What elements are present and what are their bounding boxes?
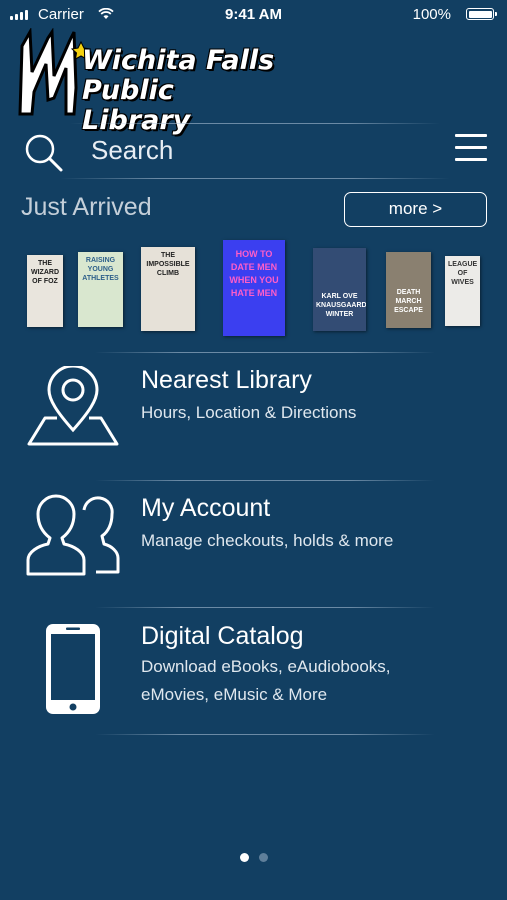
book-cover[interactable]: THE IMPOSSIBLE CLIMB (141, 247, 195, 331)
page-dot-active[interactable] (240, 853, 249, 862)
book-title: HOW TO DATE MEN WHEN YOU HATE MEN (229, 249, 279, 298)
divider (95, 352, 435, 353)
page-dot[interactable] (259, 853, 268, 862)
hamburger-menu-icon[interactable] (455, 134, 487, 170)
menu-item-subtitle: Hours, Location & Directions (141, 403, 357, 422)
status-bar: Carrier 9:41 AM 100% (0, 0, 507, 30)
logo-line-2: Public Library (82, 75, 191, 136)
phone-icon (46, 624, 100, 714)
menu-item-title: Digital Catalog (141, 622, 304, 650)
search-field[interactable]: Search (91, 135, 173, 166)
book-cover[interactable]: HOW TO DATE MEN WHEN YOU HATE MEN (223, 240, 285, 336)
book-cover[interactable]: LEAGUE OF WIVES (445, 256, 480, 326)
divider (95, 734, 435, 735)
menu-item-subtitle: Download eBooks, eAudiobooks, (141, 657, 391, 676)
book-cover[interactable]: THE WIZARD OF FOZ (27, 255, 63, 327)
divider (70, 123, 440, 124)
menu-item-digital-catalog[interactable]: Digital Catalog Download eBooks, eAudiob… (0, 612, 507, 728)
menu-item-my-account[interactable]: My Account Manage checkouts, holds & mor… (0, 486, 507, 602)
book-title: KARL OVE KNAUSGAARD WINTER (316, 293, 366, 318)
book-title: RAISING YOUNG ATHLETES (82, 257, 119, 282)
logo-mark-icon (18, 28, 92, 116)
book-cover[interactable]: RAISING YOUNG ATHLETES (78, 252, 123, 327)
divider (60, 178, 450, 179)
divider (95, 607, 435, 608)
logo-line-1: Wichita Falls (82, 45, 275, 76)
divider (95, 480, 435, 481)
book-cover[interactable]: DEATH MARCH ESCAPE (386, 252, 431, 328)
book-title: THE WIZARD OF FOZ (31, 260, 59, 285)
just-arrived-heading: Just Arrived (21, 193, 152, 221)
menu-item-subtitle: Manage checkouts, holds & more (141, 531, 394, 550)
book-cover[interactable]: KARL OVE KNAUSGAARD WINTER (313, 248, 366, 331)
menu-item-nearest-library[interactable]: Nearest Library Hours, Location & Direct… (0, 358, 507, 474)
page-indicator[interactable] (240, 853, 268, 862)
search-icon[interactable] (24, 133, 64, 178)
library-logo: Wichita Falls Public Library (18, 28, 288, 136)
book-title: LEAGUE OF WIVES (448, 261, 478, 286)
map-pin-icon (27, 366, 119, 446)
battery-icon (466, 8, 497, 20)
menu-item-title: Nearest Library (141, 366, 312, 394)
battery-percent: 100% (412, 6, 451, 23)
menu-item-subtitle-2: eMovies, eMusic & More (141, 685, 328, 704)
more-button[interactable]: more > (344, 192, 487, 227)
book-title: DEATH MARCH ESCAPE (394, 289, 423, 314)
menu-item-title: My Account (141, 494, 271, 522)
users-icon (26, 494, 120, 576)
book-title: THE IMPOSSIBLE CLIMB (146, 252, 190, 277)
